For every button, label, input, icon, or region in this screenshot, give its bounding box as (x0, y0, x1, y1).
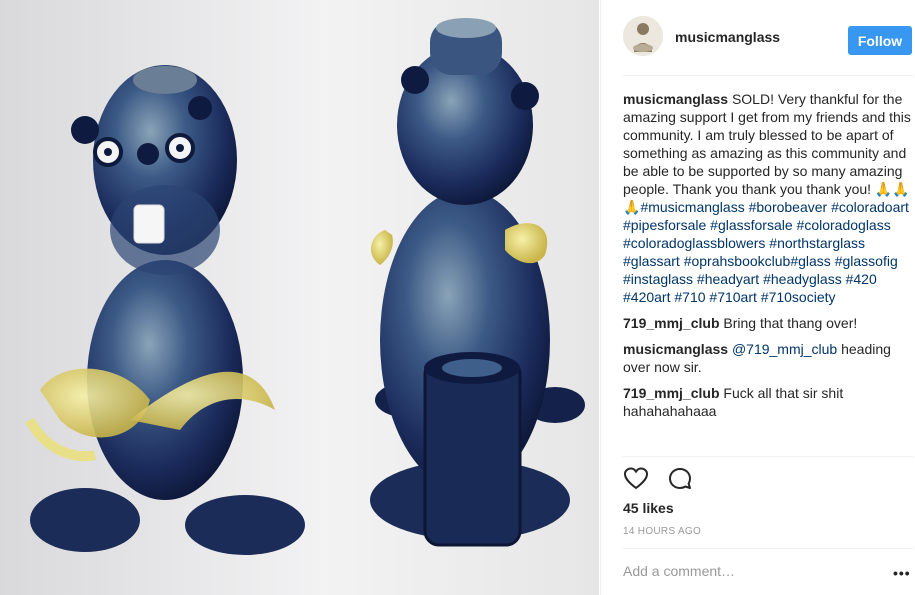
comment-icon[interactable] (667, 466, 693, 492)
post-timestamp[interactable]: 14 HOURS AGO (623, 526, 701, 537)
comments-list: musicmanglass SOLD! Very thankful for th… (623, 90, 913, 428)
more-options-icon[interactable]: ••• (893, 565, 911, 581)
comment-username[interactable]: 719_mmj_club (623, 315, 720, 331)
post-details-panel: musicmanglass Follow musicmanglass SOLD!… (600, 0, 915, 595)
follow-button[interactable]: Follow (848, 26, 912, 55)
comment-item: 719_mmj_club Fuck all that sir shit haha… (623, 384, 913, 420)
comment-item: 719_mmj_club Bring that thang over! (623, 314, 913, 332)
comment-mention[interactable]: @719_mmj_club (732, 341, 837, 357)
post-header: musicmanglass Follow (623, 16, 913, 64)
actions-divider (623, 456, 913, 457)
caption-hashtags[interactable]: #musicmanglass #borobeaver #coloradoart … (623, 199, 909, 305)
post-actions (623, 466, 707, 492)
likes-count[interactable]: 45 likes (623, 500, 674, 516)
comment-item: musicmanglass @719_mmj_club heading over… (623, 340, 913, 376)
glass-beaver-photo (0, 0, 599, 595)
caption-username[interactable]: musicmanglass (623, 91, 728, 107)
comment-username[interactable]: 719_mmj_club (623, 385, 720, 401)
username[interactable]: musicmanglass (675, 29, 780, 45)
instagram-post: musicmanglass Follow musicmanglass SOLD!… (0, 0, 915, 595)
caption: musicmanglass SOLD! Very thankful for th… (623, 90, 913, 306)
caption-text: SOLD! Very thankful for the amazing supp… (623, 91, 911, 215)
header-divider (623, 75, 913, 76)
avatar[interactable] (623, 16, 663, 56)
heart-icon[interactable] (623, 466, 649, 492)
comment-text: Bring that thang over! (723, 315, 858, 331)
avatar-image (623, 16, 663, 56)
post-photo[interactable] (0, 0, 599, 595)
add-comment-input[interactable] (623, 563, 863, 579)
comment-divider (623, 548, 913, 549)
comment-username[interactable]: musicmanglass (623, 341, 728, 357)
